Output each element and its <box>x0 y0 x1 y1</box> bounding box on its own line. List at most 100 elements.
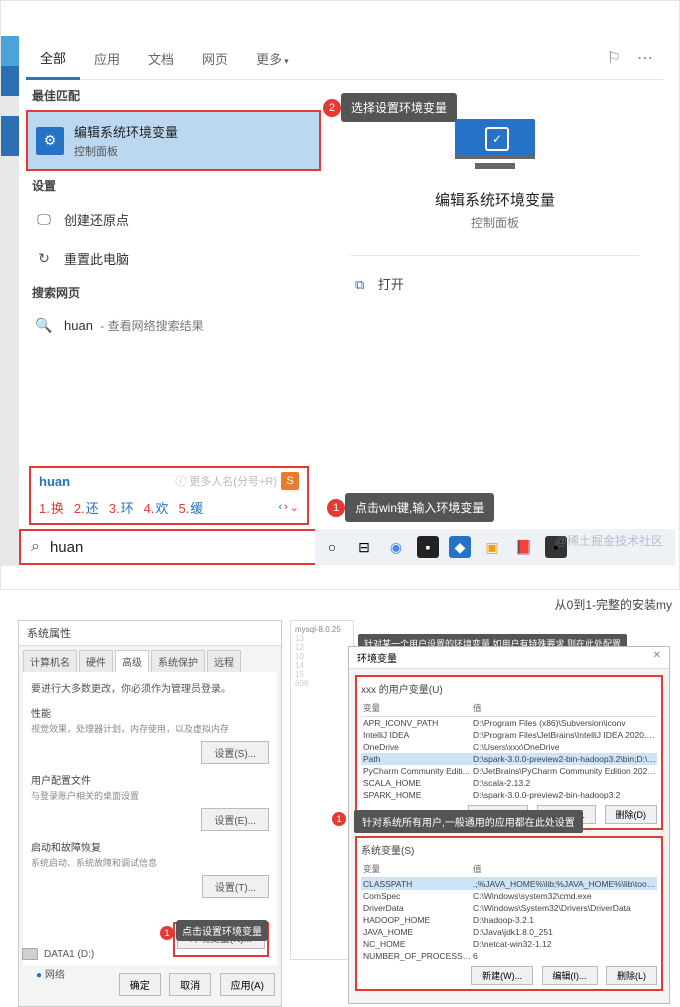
sysprops-tabs: 计算机名 硬件 高级 系统保护 远程 <box>19 646 281 672</box>
detail-title: 编辑系统环境变量 <box>351 189 639 210</box>
terminal-icon[interactable]: ▪ <box>417 536 439 558</box>
ime-candidate-5[interactable]: 5.缓 <box>178 498 203 517</box>
table-row: OneDriveC:\Users\xxx\OneDrive <box>361 741 657 753</box>
open-action[interactable]: ⧉ 打开 <box>351 268 639 299</box>
sys-vars-buttons: 新建(W)... 编辑(I)... 删除(L) <box>361 966 657 985</box>
ime-candidate-4[interactable]: 4.欢 <box>144 498 169 517</box>
sys-vars-label: 系统变量(S) <box>361 842 657 857</box>
delete-user-var-button[interactable]: 删除(D) <box>605 805 658 824</box>
tab-more[interactable]: 更多 <box>242 37 303 78</box>
web-search-heading: 搜索网页 <box>32 284 321 301</box>
sysprops-tab-protection[interactable]: 系统保护 <box>151 650 205 672</box>
table-row: APR_ICONV_PATHD:\Program Files (x86)\Sub… <box>361 717 657 729</box>
network-item[interactable]: 网络 <box>36 966 65 981</box>
top-right-icons: ⚐ ⋯ <box>607 48 663 68</box>
reset-icon: ↻ <box>34 250 54 267</box>
annotation-text-3: 点击设置环境变量 <box>176 920 268 941</box>
ime-candidate-3[interactable]: 3.环 <box>109 498 134 517</box>
search-icon: ⌕ <box>31 538 40 556</box>
col-var: 变量 <box>361 863 473 875</box>
search-result-detail: 编辑系统环境变量 控制面板 ⧉ 打开 <box>331 91 659 469</box>
table-row: DriverDataC:\Windows\System32\Drivers\Dr… <box>361 902 657 914</box>
close-icon[interactable]: ✕ <box>653 650 661 665</box>
perf-settings-button[interactable]: 设置(S)... <box>201 741 269 764</box>
user-vars-group-highlight: xxx 的用户变量(U) 变量值 APR_ICONV_PATHD:\Progra… <box>355 675 663 830</box>
table-row: SPARK_HOMED:\spark-3.0.0-preview2-bin-ha… <box>361 789 657 801</box>
annotation-badge-1c: 1 <box>332 812 346 826</box>
table-row: ComSpecC:\Windows\system32\cmd.exe <box>361 890 657 902</box>
open-label: 打开 <box>378 277 404 292</box>
sysprops-tab-remote[interactable]: 远程 <box>207 650 241 672</box>
annotation-text-1: 点击win键,输入环境变量 <box>345 493 494 522</box>
settings-heading: 设置 <box>32 177 321 194</box>
sysprops-desc: 要进行大多数更改，你必须作为管理员登录。 <box>31 680 269 695</box>
edit-sys-var-button[interactable]: 编辑(I)... <box>542 966 598 985</box>
sys-vars-table[interactable]: 变量值 CLASSPATH.;%JAVA_HOME%\lib;%JAVA_HOM… <box>361 861 657 962</box>
app-blue-icon[interactable]: ◆ <box>449 536 471 558</box>
tab-docs[interactable]: 文档 <box>134 37 188 78</box>
divider <box>351 255 639 256</box>
table-row: PyCharm Community Editi...D:\JetBrains\P… <box>361 765 657 777</box>
feedback-icon[interactable]: ⚐ <box>607 48 621 68</box>
more-options-icon[interactable]: ⋯ <box>637 48 653 68</box>
task-view-icon[interactable]: ⊟ <box>353 536 375 558</box>
userprofile-settings-button[interactable]: 设置(E)... <box>201 808 269 831</box>
env-title-bar: 环境变量 ✕ <box>349 647 669 669</box>
web-search-item[interactable]: 🔍 huan - 查看网络搜索结果 <box>26 307 321 344</box>
app-red-icon[interactable]: 📕 <box>513 536 535 558</box>
drive-item[interactable]: DATA1 (D:) <box>22 948 94 960</box>
table-row: HADOOP_HOMED:\hadoop-3.2.1 <box>361 914 657 926</box>
drive-icon <box>22 948 38 960</box>
user-vars-label: xxx 的用户变量(U) <box>361 681 657 696</box>
sysprops-title: 系统属性 <box>19 621 281 646</box>
settings-item-reset-pc[interactable]: ↻ 重置此电脑 <box>26 239 321 278</box>
chrome-icon[interactable]: ◉ <box>385 536 407 558</box>
ime-pager[interactable]: ‹›⌄ <box>278 501 299 514</box>
best-match-item[interactable]: ⚙ 编辑系统环境变量 控制面板 <box>28 112 319 169</box>
annotation-badge-1b: 1 <box>160 926 174 940</box>
ime-top-row: huan ⓘ 更多人名(分号+R) S <box>31 468 307 494</box>
table-row: CLASSPATH.;%JAVA_HOME%\lib;%JAVA_HOME%\l… <box>361 878 657 890</box>
best-match-heading: 最佳匹配 <box>32 87 321 104</box>
tab-all[interactable]: 全部 <box>26 36 80 80</box>
windows-search-input[interactable]: ⌕ huan <box>19 529 329 565</box>
startup-settings-button[interactable]: 设置(T)... <box>202 875 269 898</box>
ime-candidate-bar: huan ⓘ 更多人名(分号+R) S 1.换 2.还 3.环 4.欢 5.缓 … <box>29 466 309 525</box>
search-category-tabs: 全部 应用 文档 网页 更多 ⚐ ⋯ <box>26 36 663 80</box>
cancel-button[interactable]: 取消 <box>169 973 211 996</box>
sysprops-tab-hardware[interactable]: 硬件 <box>79 650 113 672</box>
window-edge-strip <box>1 36 19 566</box>
sysprops-tab-advanced[interactable]: 高级 <box>115 650 149 672</box>
ok-button[interactable]: 确定 <box>119 973 161 996</box>
search-results-left: 最佳匹配 ⚙ 编辑系统环境变量 控制面板 设置 🖵 创建还原点 ↻ 重置此电脑 … <box>26 81 321 344</box>
annotation-text-5: 针对系统所有用户,一般通用的应用都在此处设置 <box>354 810 583 833</box>
settings-item-restore-point[interactable]: 🖵 创建还原点 <box>26 200 321 239</box>
new-sys-var-button[interactable]: 新建(W)... <box>471 966 533 985</box>
tab-web[interactable]: 网页 <box>188 37 242 78</box>
detail-subtitle: 控制面板 <box>351 214 639 231</box>
startup-label: 启动和故障恢复 <box>31 839 269 854</box>
env-body: xxx 的用户变量(U) 变量值 APR_ICONV_PATHD:\Progra… <box>349 669 669 1003</box>
perf-label: 性能 <box>31 705 269 720</box>
delete-sys-var-button[interactable]: 删除(L) <box>606 966 657 985</box>
app-yellow-icon[interactable]: ▣ <box>481 536 503 558</box>
explorer-title: mysql-8.0.25 <box>295 625 349 634</box>
annotation-badge-1: 1 <box>327 499 345 517</box>
cortana-icon[interactable]: ○ <box>321 536 343 558</box>
start-menu-screenshot: 全部 应用 文档 网页 更多 ⚐ ⋯ 最佳匹配 ⚙ 编辑系统环境变量 控制面板 … <box>0 0 680 590</box>
explorer-background: mysql-8.0.25 1312101415606 <box>290 620 354 960</box>
search-icon: 🔍 <box>34 317 54 334</box>
monitor-icon: 🖵 <box>34 211 54 228</box>
ime-candidate-1[interactable]: 1.换 <box>39 498 64 517</box>
tab-apps[interactable]: 应用 <box>80 37 134 78</box>
ime-candidate-2[interactable]: 2.还 <box>74 498 99 517</box>
best-match-text: 编辑系统环境变量 控制面板 <box>74 122 178 159</box>
sysprops-tab-computer-name[interactable]: 计算机名 <box>23 650 77 672</box>
best-match-highlight-box: ⚙ 编辑系统环境变量 控制面板 <box>26 110 321 171</box>
user-vars-table[interactable]: 变量值 APR_ICONV_PATHD:\Program Files (x86)… <box>361 700 657 801</box>
settings-item-label: 创建还原点 <box>64 210 129 229</box>
sogou-logo-icon: S <box>281 472 299 490</box>
apply-button[interactable]: 应用(A) <box>220 973 275 996</box>
table-row: IntelliJ IDEAD:\Program Files\JetBrains\… <box>361 729 657 741</box>
perf-sub: 视觉效果，处理器计划，内存使用，以及虚拟内存 <box>31 722 269 735</box>
